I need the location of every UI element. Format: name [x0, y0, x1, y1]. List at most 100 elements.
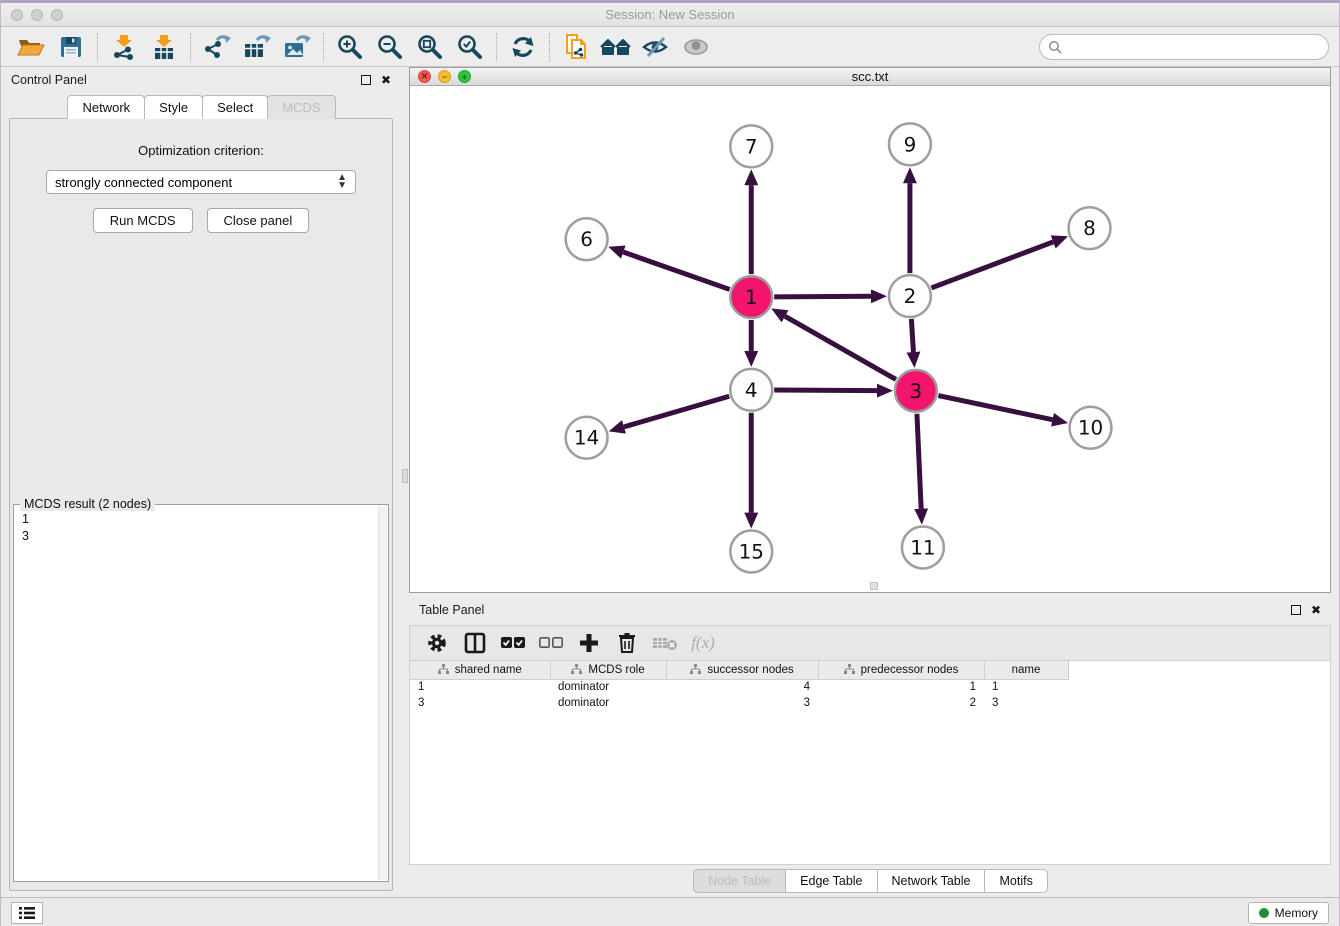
- node-14[interactable]: 14: [566, 417, 608, 459]
- memory-button[interactable]: Memory: [1248, 902, 1329, 924]
- tab-node-table[interactable]: Node Table: [693, 869, 786, 893]
- column-header-successor-nodes[interactable]: successor nodes: [666, 661, 818, 679]
- cell[interactable]: 4: [666, 679, 818, 695]
- unselect-all-rows-icon[interactable]: [534, 628, 568, 658]
- table-row[interactable]: 1dominator411: [410, 679, 1068, 695]
- criterion-value: strongly connected component: [55, 175, 337, 190]
- first-neighbors-icon[interactable]: [596, 31, 636, 63]
- edge-2-3[interactable]: [911, 319, 913, 352]
- save-session-icon[interactable]: [51, 31, 91, 63]
- float-window-icon[interactable]: [1291, 605, 1301, 615]
- result-scrollbar[interactable]: [378, 506, 387, 880]
- show-columns-icon[interactable]: [458, 628, 492, 658]
- edge-2-8[interactable]: [931, 242, 1053, 288]
- import-network-icon[interactable]: [104, 31, 144, 63]
- edge-3-10[interactable]: [938, 396, 1052, 420]
- cell[interactable]: 3: [984, 695, 1068, 711]
- main-toolbar: [1, 27, 1339, 67]
- tab-select[interactable]: Select: [202, 95, 268, 119]
- export-image-icon[interactable]: [277, 31, 317, 63]
- edge-1-2[interactable]: [774, 296, 871, 297]
- svg-text:1: 1: [745, 285, 758, 309]
- column-header-shared-name[interactable]: shared name: [410, 661, 550, 679]
- cell[interactable]: 2: [818, 695, 984, 711]
- add-row-icon[interactable]: [572, 628, 606, 658]
- node-4[interactable]: 4: [730, 369, 772, 411]
- tab-network[interactable]: Network: [67, 95, 145, 119]
- node-6[interactable]: 6: [566, 218, 608, 260]
- float-window-icon[interactable]: [361, 75, 371, 85]
- node-7[interactable]: 7: [730, 126, 772, 168]
- zoom-selected-icon[interactable]: [450, 31, 490, 63]
- tab-network-table[interactable]: Network Table: [877, 869, 986, 893]
- node-1[interactable]: 1: [730, 276, 772, 318]
- delete-column-icon: [648, 628, 682, 658]
- close-icon[interactable]: ✖: [1311, 604, 1321, 616]
- open-session-icon[interactable]: [11, 31, 51, 63]
- tab-motifs[interactable]: Motifs: [984, 869, 1047, 893]
- node-2[interactable]: 2: [889, 275, 931, 317]
- export-table-icon[interactable]: [237, 31, 277, 63]
- zoom-fit-icon[interactable]: [410, 31, 450, 63]
- close-icon[interactable]: ✖: [381, 74, 391, 86]
- criterion-dropdown[interactable]: strongly connected component ▲▼: [46, 170, 356, 194]
- search-input[interactable]: [1067, 40, 1320, 54]
- hide-selected-icon[interactable]: [636, 31, 676, 63]
- mcds-result-title: MCDS result (2 nodes): [20, 497, 155, 511]
- tab-mcds[interactable]: MCDS: [267, 95, 335, 119]
- svg-text:4: 4: [745, 378, 758, 402]
- select-all-rows-icon[interactable]: [496, 628, 530, 658]
- delete-row-icon[interactable]: [610, 628, 644, 658]
- cell[interactable]: 1: [984, 679, 1068, 695]
- panel-divider[interactable]: [401, 67, 409, 897]
- edge-4-14[interactable]: [624, 396, 729, 427]
- node-15[interactable]: 15: [730, 531, 772, 573]
- toolbar-separator: [496, 33, 497, 61]
- network-titlebar[interactable]: ✕ − + scc.txt: [410, 68, 1330, 86]
- tab-edge-table[interactable]: Edge Table: [785, 869, 877, 893]
- cell[interactable]: dominator: [550, 695, 666, 711]
- network-canvas[interactable]: 7 9 6 8 1 2 4 3 14 10 15 11: [410, 86, 1330, 592]
- refresh-layout-icon[interactable]: [503, 31, 543, 63]
- cell[interactable]: dominator: [550, 679, 666, 695]
- table-settings-icon[interactable]: [420, 628, 454, 658]
- network-graph[interactable]: 7 9 6 8 1 2 4 3 14 10 15 11: [410, 86, 1330, 592]
- node-3[interactable]: 3: [895, 370, 937, 412]
- edge-3-11[interactable]: [917, 414, 921, 509]
- close-panel-button[interactable]: Close panel: [207, 208, 310, 233]
- column-header-name[interactable]: name: [984, 661, 1068, 679]
- memory-label: Memory: [1275, 906, 1318, 920]
- clone-network-icon[interactable]: [556, 31, 596, 63]
- import-table-icon[interactable]: [144, 31, 184, 63]
- cell[interactable]: 3: [410, 695, 550, 711]
- cell[interactable]: 3: [666, 695, 818, 711]
- node-8[interactable]: 8: [1069, 207, 1111, 249]
- cell[interactable]: 1: [410, 679, 550, 695]
- cell[interactable]: 1: [818, 679, 984, 695]
- node-11[interactable]: 11: [902, 527, 944, 569]
- zoom-out-icon[interactable]: [370, 31, 410, 63]
- edge-4-3[interactable]: [774, 390, 877, 391]
- divider-grip[interactable]: [402, 469, 408, 483]
- column-header-predecessor-nodes[interactable]: predecessor nodes: [818, 661, 984, 679]
- maximize-view-icon[interactable]: +: [458, 70, 471, 83]
- minimize-view-icon[interactable]: −: [438, 70, 451, 83]
- node-10[interactable]: 10: [1070, 407, 1112, 449]
- search-box[interactable]: [1039, 34, 1329, 60]
- node-table[interactable]: shared nameMCDS rolesuccessor nodesprede…: [409, 661, 1331, 865]
- mcds-result-box: MCDS result (2 nodes) 1 3: [13, 504, 389, 882]
- run-mcds-button[interactable]: Run MCDS: [93, 208, 193, 233]
- node-9[interactable]: 9: [889, 124, 931, 166]
- svg-text:8: 8: [1083, 216, 1096, 240]
- edge-3-1[interactable]: [785, 316, 896, 379]
- table-row[interactable]: 3dominator323: [410, 695, 1068, 711]
- close-view-icon[interactable]: ✕: [418, 70, 431, 83]
- show-all-icon[interactable]: [676, 31, 716, 63]
- task-history-button[interactable]: [11, 902, 43, 924]
- export-network-icon[interactable]: [197, 31, 237, 63]
- network-resize-grip[interactable]: [870, 582, 878, 590]
- column-header-MCDS-role[interactable]: MCDS role: [550, 661, 666, 679]
- tab-style[interactable]: Style: [144, 95, 203, 119]
- zoom-in-icon[interactable]: [330, 31, 370, 63]
- edge-1-6[interactable]: [623, 252, 729, 289]
